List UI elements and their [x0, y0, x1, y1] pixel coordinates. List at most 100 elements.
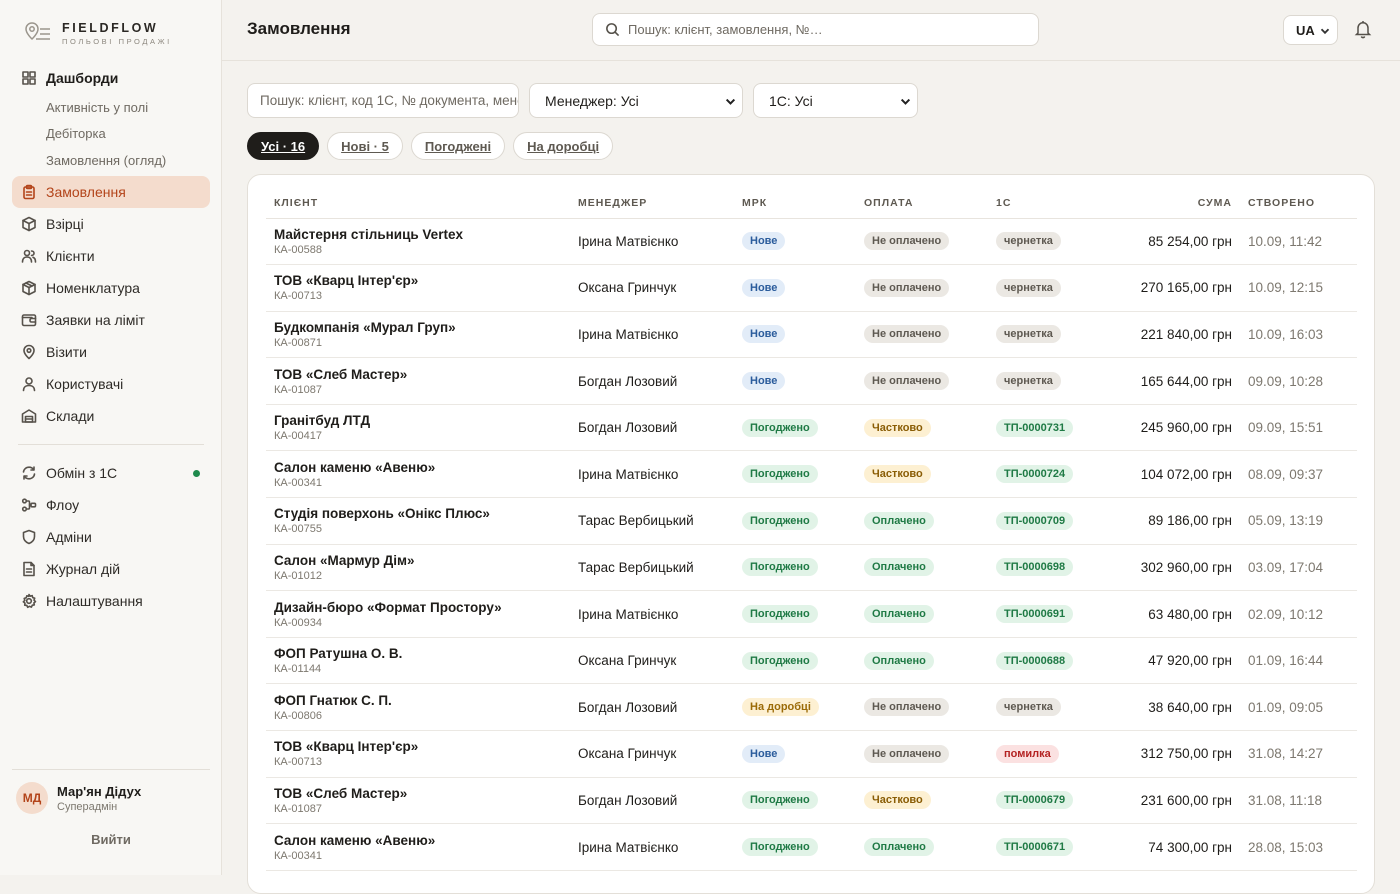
- client-code: КА-00341: [274, 476, 322, 489]
- table-row[interactable]: ТОВ «Слеб Мастер» КА-01087 Богдан Лозовий Н…: [266, 357, 1357, 405]
- global-search-input[interactable]: [628, 22, 1028, 37]
- sidebar-item-visits[interactable]: Візити: [12, 336, 210, 368]
- logout-button[interactable]: Вийти: [12, 832, 210, 847]
- sidebar-item-orders[interactable]: Замовлення: [12, 175, 210, 208]
- sidebar-subitem-field-activity[interactable]: Активність у полі: [12, 94, 210, 121]
- cell-mrk: Нове: [734, 311, 856, 359]
- chip-new[interactable]: Нові · 5: [327, 132, 403, 160]
- client-name[interactable]: Салон «Мармур Дім»: [274, 553, 562, 568]
- cell-client: Гранітбуд ЛТД КА-00417: [266, 404, 570, 452]
- cell-1c: ТП-0000731: [988, 404, 1108, 452]
- brand-name: FIELDFLOW: [62, 20, 159, 35]
- table-row[interactable]: Салон «Мармур Дім» КА-01012 Тарас Вербицьк…: [266, 544, 1357, 592]
- client-name[interactable]: Студія поверхонь «Онікс Плюс»: [274, 506, 562, 521]
- language-select[interactable]: UA: [1283, 15, 1338, 45]
- sidebar-item-settings[interactable]: Налаштування: [12, 585, 210, 617]
- cell-mrk: Погоджено: [734, 777, 856, 825]
- sidebar-item-limit-requests[interactable]: Заявки на ліміт: [12, 304, 210, 336]
- column-header-mrk[interactable]: МРК: [734, 189, 856, 219]
- client-name[interactable]: ТОВ «Слеб Мастер»: [274, 367, 562, 382]
- table-row[interactable]: ФОП Гнатюк С. П. КА-00806 Богдан Лозовий На…: [266, 683, 1357, 732]
- cell-mrk: Нове: [734, 730, 856, 778]
- client-code: КА-00871: [274, 336, 322, 349]
- client-name[interactable]: ФОП Ратушна О. В.: [274, 646, 562, 661]
- column-header-payment[interactable]: ОПЛАТА: [856, 189, 988, 219]
- cell-payment: Частково: [856, 450, 988, 499]
- cell-client: Салон каменю «Авеню» КА-00341: [266, 823, 570, 871]
- brand[interactable]: FIELDFLOW ПОЛЬОВІ ПРОДАЖІ: [24, 20, 172, 46]
- column-header-1c[interactable]: 1С: [988, 189, 1108, 219]
- chip-rework[interactable]: На доробці: [513, 132, 614, 160]
- chip-all[interactable]: Усі · 16: [247, 132, 320, 160]
- client-name[interactable]: ТОВ «Кварц Інтер'єр»: [274, 273, 562, 288]
- cell-manager: Ірина Матвієнко: [570, 823, 734, 871]
- user-name: Мар'ян Дідух: [57, 783, 142, 799]
- sidebar-item-nomenclature[interactable]: Номенклатура: [12, 272, 210, 304]
- cell-created: 08.09, 09:37: [1240, 450, 1357, 499]
- orders-search-input[interactable]: [247, 83, 519, 118]
- column-header-created[interactable]: СТВОРЕНО: [1240, 189, 1357, 219]
- cell-sum: 63 480,00 грн: [1108, 590, 1240, 638]
- sidebar-item-clients[interactable]: Клієнти: [12, 240, 210, 272]
- table-row[interactable]: Гранітбуд ЛТД КА-00417 Богдан Лозовий Погод…: [266, 404, 1357, 452]
- table-row[interactable]: Салон каменю «Авеню» КА-00341 Ірина Матвіє…: [266, 823, 1357, 871]
- client-name[interactable]: ТОВ «Слеб Мастер»: [274, 786, 562, 801]
- sidebar-item-warehouses[interactable]: Склади: [12, 400, 210, 432]
- sidebar-item-action-log[interactable]: Журнал дій: [12, 553, 210, 585]
- table-row[interactable]: ТОВ «Кварц Інтер'єр» КА-00713 Оксана Гринч…: [266, 264, 1357, 312]
- cell-1c: ТП-0000688: [988, 637, 1108, 685]
- onec-status-badge: чернетка: [996, 372, 1061, 391]
- client-code: КА-00713: [274, 756, 322, 769]
- notifications-button[interactable]: [1353, 19, 1373, 39]
- sidebar-subitem-orders-overview[interactable]: Замовлення (огляд): [12, 147, 210, 174]
- client-name[interactable]: ФОП Гнатюк С. П.: [274, 693, 562, 708]
- client-name[interactable]: Будкомпанія «Мурал Груп»: [274, 320, 562, 335]
- chevron-down-icon: [900, 98, 911, 105]
- cell-1c: чернетка: [988, 218, 1108, 266]
- onec-status-badge: чернетка: [996, 325, 1061, 344]
- sidebar-nav: Дашборди Активність у полі Дебіторка Зам…: [12, 62, 210, 617]
- cell-mrk: Нове: [734, 218, 856, 266]
- sidebar-item-users[interactable]: Користувачі: [12, 368, 210, 400]
- table-row[interactable]: Майстерня стільниць Vertex КА-00588 Ірина …: [266, 218, 1357, 266]
- user-profile[interactable]: МД Мар'ян Дідух Суперадмін: [12, 782, 210, 814]
- column-header-sum[interactable]: СУМА: [1108, 189, 1240, 219]
- sidebar-item-1c-exchange[interactable]: Обмін з 1С: [12, 457, 210, 489]
- cell-mrk: Погоджено: [734, 450, 856, 499]
- table-row[interactable]: Студія поверхонь «Онікс Плюс» КА-00755 Тар…: [266, 497, 1357, 545]
- sidebar-item-samples[interactable]: Взірці: [12, 208, 210, 240]
- chip-approved[interactable]: Погоджені: [410, 132, 506, 160]
- table-row[interactable]: Салон каменю «Авеню» КА-00341 Ірина Матвіє…: [266, 450, 1357, 499]
- global-search[interactable]: [592, 13, 1039, 46]
- onec-filter-select[interactable]: 1С: Усі: [753, 83, 918, 118]
- gear-icon: [21, 593, 37, 609]
- sidebar-item-label: Номенклатура: [46, 279, 140, 296]
- client-name[interactable]: Гранітбуд ЛТД: [274, 413, 562, 428]
- cell-sum: 245 960,00 грн: [1108, 404, 1240, 452]
- map-pin-icon: [21, 344, 37, 360]
- column-header-client[interactable]: КЛІЄНТ: [266, 189, 570, 219]
- sidebar-item-dashboards[interactable]: Дашборди: [12, 62, 210, 94]
- sidebar-item-flow[interactable]: Флоу: [12, 489, 210, 521]
- bell-icon: [1354, 21, 1372, 39]
- client-name[interactable]: Дизайн-бюро «Формат Простору»: [274, 600, 562, 615]
- sidebar-item-admins[interactable]: Адміни: [12, 521, 210, 553]
- cell-client: Майстерня стільниць Vertex КА-00588: [266, 218, 570, 266]
- table-row[interactable]: ТОВ «Кварц Інтер'єр» КА-00713 Оксана Гринч…: [266, 730, 1357, 778]
- cell-manager: Оксана Гринчук: [570, 637, 734, 685]
- client-name[interactable]: Салон каменю «Авеню»: [274, 833, 562, 848]
- column-header-manager[interactable]: МЕНЕДЖЕР: [570, 189, 734, 219]
- cell-payment: Частково: [856, 777, 988, 825]
- manager-filter-select[interactable]: Менеджер: Усі: [529, 83, 743, 118]
- payment-status-badge: Не оплачено: [864, 232, 950, 251]
- client-name[interactable]: Салон каменю «Авеню»: [274, 460, 562, 475]
- client-name[interactable]: ТОВ «Кварц Інтер'єр»: [274, 739, 562, 754]
- table-row[interactable]: Дизайн-бюро «Формат Простору» КА-00934 Іри…: [266, 590, 1357, 638]
- client-name[interactable]: Майстерня стільниць Vertex: [274, 227, 562, 242]
- table-row[interactable]: Будкомпанія «Мурал Груп» КА-00871 Ірина Ма…: [266, 311, 1357, 359]
- sidebar-subitem-receivables[interactable]: Дебіторка: [12, 121, 210, 148]
- onec-status-badge: ТП-0000698: [996, 558, 1074, 577]
- table-row[interactable]: ТОВ «Слеб Мастер» КА-01087 Богдан Лозовий П…: [266, 777, 1357, 825]
- mrk-status-badge: Погоджено: [742, 558, 818, 577]
- table-row[interactable]: ФОП Ратушна О. В. КА-01144 Оксана Гринчук П…: [266, 637, 1357, 685]
